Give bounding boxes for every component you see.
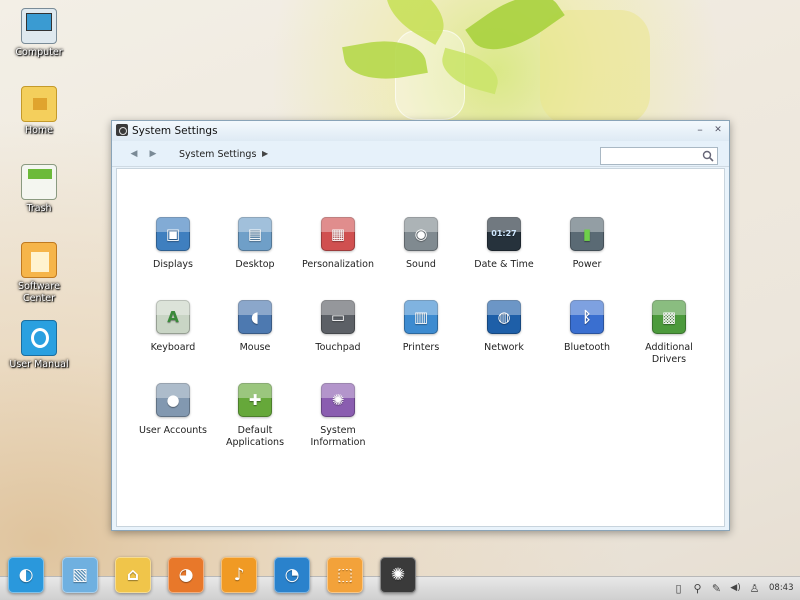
network-icon: ◍	[487, 300, 521, 334]
settings-item-label: System Information	[310, 425, 366, 448]
search-input[interactable]	[604, 150, 698, 162]
settings-item-desktop[interactable]: ▤ Desktop	[215, 217, 295, 271]
system-settings-icon[interactable]: ✺	[380, 557, 416, 593]
search-icon[interactable]	[702, 150, 714, 162]
settings-app-icon	[116, 124, 128, 136]
settings-item-touchpad[interactable]: ▭ Touchpad	[298, 300, 378, 354]
home-folder-icon[interactable]: ⌂	[115, 557, 151, 593]
user-accounts-icon: ●	[156, 383, 190, 417]
power-icon: ▮	[570, 217, 604, 251]
wallpaper-glass	[540, 10, 650, 125]
desktop-icon-user-manual[interactable]: User Manual	[4, 320, 74, 371]
system-settings-window: System Settings – ✕ ◀ ▶ System Settings …	[111, 120, 730, 531]
touchpad-icon: ▭	[321, 300, 355, 334]
volume-icon[interactable]: ◀)	[729, 582, 742, 595]
chip-icon: ▩	[652, 300, 686, 334]
settings-item-date-time[interactable]: 01:27 Date & Time	[464, 217, 544, 271]
home-folder-icon	[21, 86, 57, 122]
back-button[interactable]: ◀	[128, 148, 140, 160]
personalization-icon: ▦	[321, 217, 355, 251]
storage-icon[interactable]: ▯	[672, 582, 685, 595]
puzzle-icon: ✚	[238, 383, 272, 417]
settings-item-power[interactable]: ▮ Power	[547, 217, 627, 271]
settings-item-user-accounts[interactable]: ● User Accounts	[133, 383, 213, 437]
clock[interactable]: 08:43	[769, 583, 794, 593]
sound-icon: ◉	[404, 217, 438, 251]
close-button[interactable]: ✕	[711, 123, 725, 137]
desktop-icon-home[interactable]: Home	[4, 86, 74, 137]
settings-item-default-applications[interactable]: ✚ Default Applications	[215, 383, 295, 448]
clock-icon: 01:27	[487, 217, 521, 251]
software-center-icon	[21, 242, 57, 278]
settings-item-additional-drivers[interactable]: ▩ Additional Drivers	[629, 300, 709, 365]
desktop-icon-label: User Manual	[9, 359, 69, 370]
settings-item-displays[interactable]: ▣ Displays	[133, 217, 213, 271]
settings-item-label: Desktop	[235, 259, 275, 270]
settings-item-label: Mouse	[239, 342, 271, 353]
music-player-icon[interactable]: ♪	[221, 557, 257, 593]
pen-icon[interactable]: ✎	[710, 582, 723, 595]
desktop-icon-trash[interactable]: Trash	[4, 164, 74, 215]
window-title: System Settings	[132, 125, 218, 137]
desktop-icon-computer[interactable]: Computer	[4, 8, 74, 59]
settings-item-label: Default Applications	[225, 425, 285, 448]
bluetooth-icon: ᛒ	[570, 300, 604, 334]
settings-item-bluetooth[interactable]: ᛒ Bluetooth	[547, 300, 627, 354]
settings-item-label: Displays	[153, 259, 193, 270]
settings-item-label: Touchpad	[315, 342, 361, 353]
image-viewer-icon[interactable]: ▧	[62, 557, 98, 593]
desktop-icon-label: Software Center	[18, 281, 60, 304]
settings-content: ▣ Displays ▤ Desktop ▦ Personalization ◉…	[116, 168, 725, 527]
breadcrumb-arrow[interactable]: ▶	[262, 149, 268, 158]
settings-item-printers[interactable]: ▥ Printers	[381, 300, 461, 354]
settings-item-sound[interactable]: ◉ Sound	[381, 217, 461, 271]
desktop-icon-label: Trash	[26, 203, 52, 214]
settings-item-label: Keyboard	[150, 342, 196, 353]
breadcrumb[interactable]: System Settings	[179, 149, 256, 160]
settings-item-label: Bluetooth	[563, 342, 611, 353]
window-toolbar: ◀ ▶ System Settings ▶	[112, 141, 729, 167]
printer-icon: ▥	[404, 300, 438, 334]
launcher-icon[interactable]: ◐	[8, 557, 44, 593]
settings-item-label: Power	[572, 259, 602, 270]
minimize-button[interactable]: –	[693, 123, 707, 137]
settings-item-personalization[interactable]: ▦ Personalization	[298, 217, 378, 271]
keyboard-icon: A	[156, 300, 190, 334]
gear-icon: ✺	[321, 383, 355, 417]
trash-icon	[21, 164, 57, 200]
settings-item-mouse[interactable]: ◖ Mouse	[215, 300, 295, 354]
window-titlebar[interactable]: System Settings – ✕	[112, 121, 729, 141]
settings-item-label: Sound	[406, 259, 436, 270]
settings-item-label: Printers	[402, 342, 440, 353]
settings-item-label: Additional Drivers	[645, 342, 693, 365]
settings-item-label: Network	[484, 342, 524, 353]
chat-icon[interactable]: ◔	[274, 557, 310, 593]
firefox-icon[interactable]: ◕	[168, 557, 204, 593]
power-plug-icon[interactable]: ⚲	[691, 582, 704, 595]
settings-item-label: Personalization	[301, 259, 375, 270]
user-icon[interactable]: ♙	[748, 582, 761, 595]
search-box[interactable]	[600, 147, 718, 165]
desktop-icon-label: Computer	[15, 47, 63, 58]
mouse-icon: ◖	[238, 300, 272, 334]
settings-item-label: User Accounts	[139, 425, 207, 436]
settings-item-system-information[interactable]: ✺ System Information	[298, 383, 378, 448]
displays-icon: ▣	[156, 217, 190, 251]
settings-item-network[interactable]: ◍ Network	[464, 300, 544, 354]
settings-item-keyboard[interactable]: A Keyboard	[133, 300, 213, 354]
software-center-icon[interactable]: ⬚	[327, 557, 363, 593]
desktop-icon-software-center[interactable]: Software Center	[4, 242, 74, 305]
desktop-icon: ▤	[238, 217, 272, 251]
computer-icon	[21, 8, 57, 44]
forward-button[interactable]: ▶	[147, 148, 159, 160]
user-manual-icon	[21, 320, 57, 356]
desktop-icon-label: Home	[24, 125, 54, 136]
settings-item-label: Date & Time	[474, 259, 534, 270]
